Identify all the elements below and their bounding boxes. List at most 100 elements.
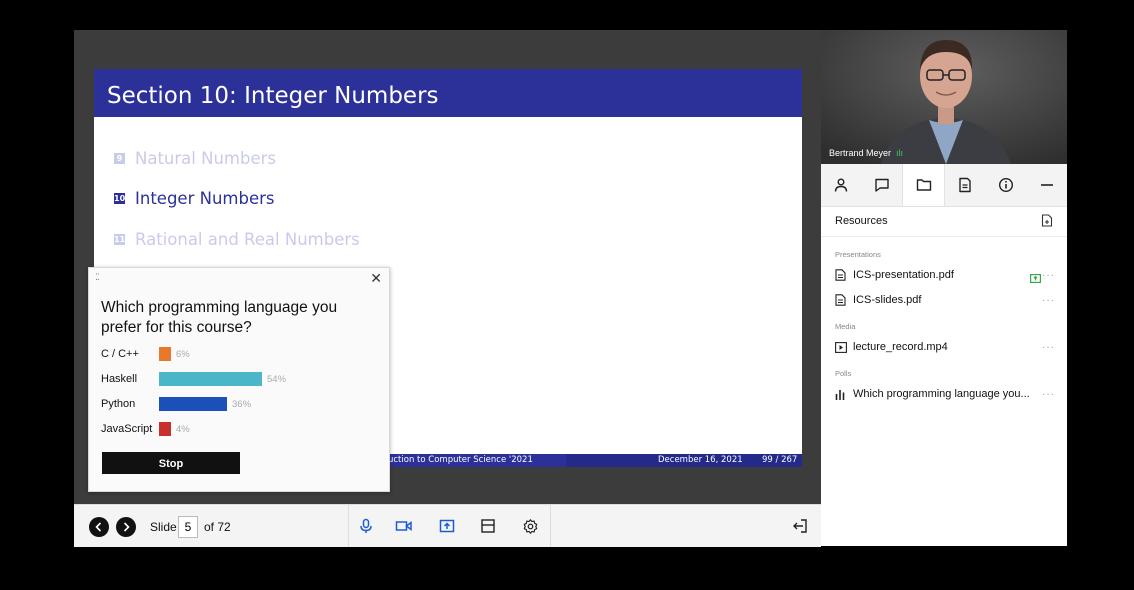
next-slide-button[interactable]	[116, 517, 136, 537]
poll-option-percent: 54%	[267, 373, 287, 385]
tab-info[interactable]	[986, 164, 1027, 206]
info-icon	[999, 177, 1014, 193]
poll-option-percent: 36%	[232, 398, 252, 410]
speaker-name: Bertrand Meyer ılı	[829, 148, 903, 158]
drag-handle-icon[interactable]: ⁚⁚	[95, 272, 100, 283]
microphone-icon	[360, 518, 372, 533]
resources-title: Resources	[835, 215, 888, 227]
poll-option-bar	[159, 347, 171, 361]
footer-date: December 16, 2021	[658, 455, 743, 465]
tab-notes[interactable]	[945, 164, 986, 206]
slide-title: Section 10: Integer Numbers	[107, 83, 439, 109]
resource-name: ICS-presentation.pdf	[853, 269, 954, 281]
screen-share-icon	[439, 519, 455, 533]
slide-total: of 72	[204, 520, 231, 534]
toc-item: 11 Rational and Real Numbers	[114, 230, 360, 249]
tab-chat[interactable]	[862, 164, 903, 206]
previous-slide-button[interactable]	[89, 517, 109, 537]
poll-option: C / C++ 6%	[101, 347, 190, 361]
poll-question: Which programming language you prefer fo…	[101, 299, 338, 336]
resource-item[interactable]: lecture_record.mp4 ···	[835, 340, 1055, 354]
poll-option-label: JavaScript	[101, 423, 153, 435]
poll-option-percent: 4%	[176, 423, 190, 435]
app-window: Section 10: Integer Numbers 9 Natural Nu…	[74, 30, 1067, 547]
exit-icon	[793, 519, 807, 533]
footer-segment: December 16, 2021 99 / 267	[566, 454, 802, 467]
toc-number: 10	[114, 193, 126, 204]
add-file-icon	[1041, 214, 1053, 227]
gear-icon	[523, 518, 537, 534]
slide-number-input[interactable]: 5	[178, 516, 198, 538]
speaker-portrait	[821, 30, 1067, 164]
resource-name: ICS-slides.pdf	[853, 294, 922, 306]
side-panel: Bertrand Meyer ılı Resources Presentatio…	[821, 30, 1067, 546]
poll-option: Python 36%	[101, 397, 251, 411]
minimize-icon	[1040, 184, 1053, 186]
resource-item[interactable]: Which programming language you... ···	[835, 387, 1055, 401]
footer-page-number: 99 / 267	[762, 455, 798, 465]
folder-icon	[916, 179, 931, 191]
stop-poll-button[interactable]: Stop	[102, 452, 240, 474]
toc-item: 9 Natural Numbers	[114, 149, 276, 168]
divider	[550, 505, 551, 547]
poll-option-bar	[159, 397, 227, 411]
person-icon	[835, 178, 848, 192]
section-label-presentations: Presentations	[835, 250, 881, 259]
screen-share-button[interactable]	[429, 505, 465, 547]
toc-number: 11	[114, 234, 126, 245]
presentation-toolbar: Slide 5 of 72	[74, 504, 821, 547]
more-options-button[interactable]: ···	[1042, 295, 1055, 306]
camera-button[interactable]	[386, 505, 422, 547]
microphone-button[interactable]	[348, 505, 384, 547]
toc-label: Integer Numbers	[135, 189, 275, 208]
resources-header: Resources	[821, 206, 1067, 237]
slide-header: Section 10: Integer Numbers	[94, 69, 802, 117]
presenting-icon	[1030, 270, 1042, 288]
document-icon	[835, 294, 847, 306]
leave-button[interactable]	[782, 505, 818, 547]
toc-label: Rational and Real Numbers	[135, 230, 360, 249]
poll-option-percent: 6%	[176, 348, 190, 360]
poll-option-label: C / C++	[101, 348, 139, 360]
chevron-left-icon	[95, 522, 102, 532]
toc-number: 9	[114, 153, 125, 164]
poll-option: Haskell 54%	[101, 372, 286, 386]
layout-icon	[481, 519, 495, 533]
tab-resources[interactable]	[902, 164, 946, 206]
settings-button[interactable]	[512, 505, 548, 547]
minimize-panel-button[interactable]	[1026, 164, 1067, 206]
resource-item[interactable]: ICS-presentation.pdf ···	[835, 268, 1055, 284]
poll-option-label: Python	[101, 398, 136, 410]
document-icon	[835, 269, 847, 281]
more-options-button[interactable]: ···	[1042, 389, 1055, 400]
poll-option-label: Haskell	[101, 373, 138, 385]
close-icon[interactable]: ✕	[370, 270, 382, 287]
chat-icon	[875, 178, 889, 192]
slide-label: Slide	[150, 520, 177, 534]
toc-item-current: 10 Integer Numbers	[114, 189, 274, 208]
sidebar-tabs	[821, 164, 1067, 207]
bar-chart-icon	[835, 388, 847, 400]
resource-item[interactable]: ICS-slides.pdf ···	[835, 293, 1055, 307]
more-options-button[interactable]: ···	[1042, 342, 1055, 353]
add-resource-button[interactable]	[1041, 214, 1053, 232]
more-options-button[interactable]: ···	[1042, 270, 1055, 281]
poll-panel: ⁚⁚ ✕ Which programming language you pref…	[88, 267, 390, 492]
audio-level-icon: ılı	[896, 148, 904, 158]
resource-name: lecture_record.mp4	[853, 341, 948, 353]
tab-participants[interactable]	[821, 164, 862, 206]
poll-option-bar	[159, 372, 262, 386]
presentation-stage: Section 10: Integer Numbers 9 Natural Nu…	[74, 30, 821, 504]
notes-icon	[959, 177, 972, 193]
play-video-icon	[835, 341, 847, 353]
speaker-video: Bertrand Meyer ılı	[821, 30, 1067, 164]
layout-button[interactable]	[470, 505, 506, 547]
footer-course: uction to Computer Science '2021	[388, 455, 533, 465]
resource-name: Which programming language you...	[853, 388, 1030, 400]
video-camera-icon	[395, 520, 412, 532]
section-label-polls: Polls	[835, 369, 852, 378]
chevron-right-icon	[123, 522, 130, 532]
poll-option-bar	[159, 422, 171, 436]
speaker-name-text: Bertrand Meyer	[829, 148, 892, 158]
toc-label: Natural Numbers	[135, 149, 276, 168]
